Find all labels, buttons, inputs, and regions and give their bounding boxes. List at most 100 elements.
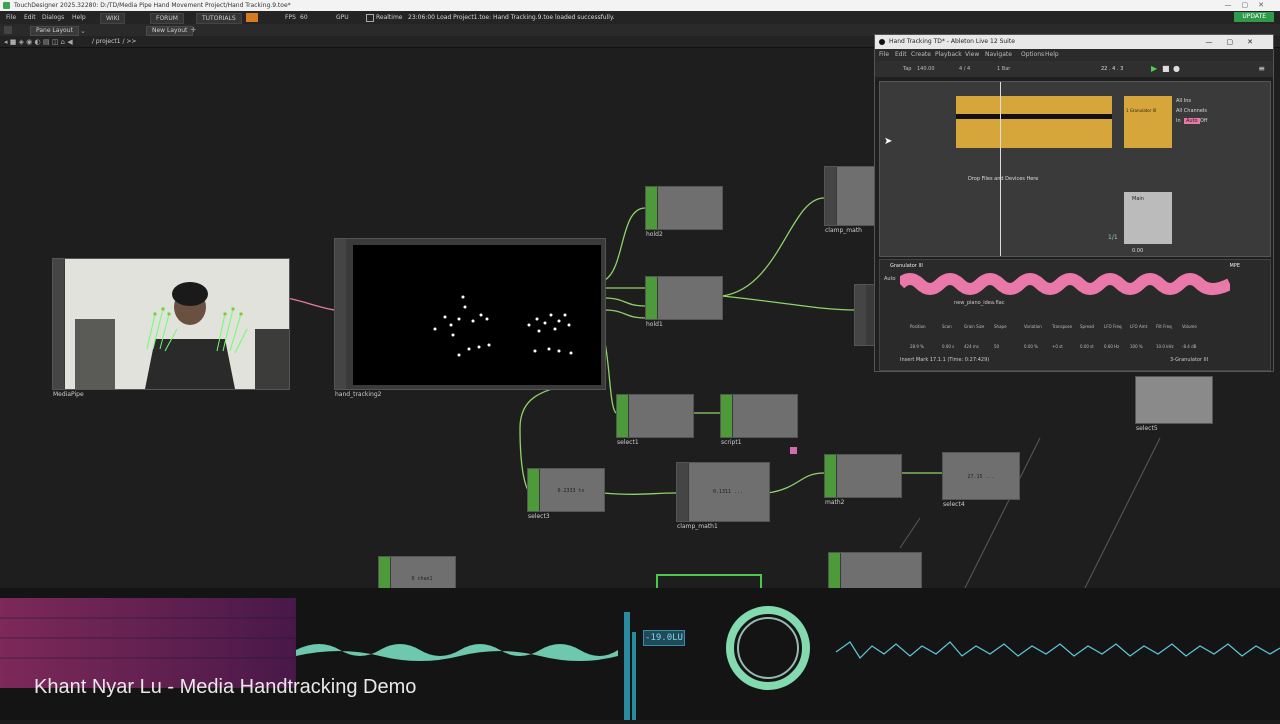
- menu-icon[interactable]: ≡: [1258, 61, 1265, 77]
- loudness-meter-label: -19.0LU: [643, 630, 685, 646]
- fps-value: 60: [300, 14, 308, 21]
- mediapipe-node[interactable]: MediaPipe: [52, 258, 290, 398]
- pane-layout-button[interactable]: Pane Layout: [30, 26, 79, 36]
- auto-button[interactable]: Auto: [884, 276, 896, 282]
- input-type[interactable]: All Ins: [1176, 98, 1191, 104]
- status-message: 23:06:00 Load Project1.toe: Hand Trackin…: [408, 14, 615, 21]
- ableton-window-controls[interactable]: —▢✕: [1206, 35, 1267, 49]
- ab-menu-options[interactable]: Options: [1021, 49, 1044, 61]
- input-channel[interactable]: All Channels: [1176, 108, 1207, 114]
- ab-menu-file[interactable]: File: [879, 49, 889, 61]
- hand-tracking-node[interactable]: hand_tracking2: [334, 238, 606, 398]
- toolbar-icons[interactable]: ◂ ■ ◈ ◉ ◐ ▤ ◫ ⌂ ◀: [4, 37, 73, 48]
- window-controls[interactable]: —▢✕: [1225, 0, 1274, 11]
- bpm-field[interactable]: 140.00: [917, 61, 935, 77]
- quantize-select[interactable]: 1 Bar: [997, 61, 1010, 77]
- knob-label: Filt Freq: [1156, 324, 1172, 329]
- device-view[interactable]: Granulator III MPE Auto new_piano_idea.f…: [879, 259, 1271, 371]
- node-label: script1: [721, 439, 742, 446]
- menu-edit[interactable]: Edit: [24, 11, 36, 24]
- chan1-node[interactable]: 0 chan1: [378, 556, 456, 590]
- song-position[interactable]: 22 . 4 . 3: [1101, 61, 1123, 77]
- clip-waveform: [956, 114, 1112, 119]
- ab-menu-navigate[interactable]: Navigate: [985, 49, 1012, 61]
- ab-menu-view[interactable]: View: [965, 49, 979, 61]
- network-path[interactable]: / project1 / >>: [92, 36, 136, 47]
- ab-menu-playback[interactable]: Playback: [935, 49, 962, 61]
- track-header-granulator[interactable]: 1 Granulator III: [1124, 96, 1172, 148]
- track-header-main[interactable]: Main: [1124, 192, 1172, 244]
- realtime-checkbox[interactable]: [366, 14, 374, 22]
- track-name: Main: [1132, 196, 1144, 202]
- sample-name: new_piano_idea.flac: [954, 300, 1005, 306]
- knob-value: 10.0 kHz: [1156, 344, 1174, 349]
- stop-icon[interactable]: ■: [1162, 61, 1170, 77]
- landmarks-preview: [353, 245, 601, 385]
- monitor-in[interactable]: In: [1176, 118, 1181, 124]
- monitor-off[interactable]: Off: [1200, 118, 1207, 124]
- node-label: select4: [943, 501, 965, 508]
- clamp-partial-node[interactable]: [854, 284, 876, 346]
- select4-node[interactable]: 27.15 ... select4: [942, 452, 1020, 508]
- math2-node[interactable]: math2: [824, 454, 902, 506]
- knob-label: Volume: [1182, 324, 1197, 329]
- time-signature[interactable]: 4 / 4: [959, 61, 970, 77]
- update-button[interactable]: UPDATE: [1234, 12, 1274, 22]
- add-layout-icon[interactable]: +: [190, 24, 197, 36]
- tutorials-badge: [246, 13, 258, 22]
- knob-label: LFO Freq: [1104, 324, 1122, 329]
- monitor-auto[interactable]: Auto: [1184, 118, 1200, 124]
- bottom-node[interactable]: [828, 552, 922, 590]
- knob-value: 28.9 %: [910, 344, 924, 349]
- hold1-node[interactable]: hold1: [645, 276, 723, 328]
- wiki-button[interactable]: WIKI: [100, 13, 126, 24]
- knob-row: Position Scan Grain Size Shape Variation…: [884, 324, 1264, 354]
- knob-label: Position: [910, 324, 926, 329]
- script1-node[interactable]: script1: [720, 394, 798, 446]
- knob-label: Shape: [994, 324, 1007, 329]
- play-icon[interactable]: ▶: [1151, 61, 1157, 77]
- tutorials-button[interactable]: TUTORIALS: [196, 13, 242, 24]
- knob-value: -8.4 dB: [1182, 344, 1197, 349]
- arrangement-view[interactable]: Drop Files and Devices Here 1 Granulator…: [879, 81, 1271, 257]
- menu-file[interactable]: File: [6, 11, 16, 24]
- window-title: TouchDesigner 2025.32280: D:/TD/Media Pi…: [14, 2, 291, 9]
- hold2-node[interactable]: hold2: [645, 186, 723, 238]
- new-layout-button[interactable]: New Layout: [146, 26, 194, 36]
- menu-help[interactable]: Help: [72, 11, 86, 24]
- forum-button[interactable]: FORUM: [150, 13, 184, 24]
- node-label: select1: [617, 439, 639, 446]
- select5-node[interactable]: select5: [1135, 376, 1213, 432]
- menu-dialogs[interactable]: Dialogs: [42, 11, 64, 24]
- camera-preview: [65, 259, 289, 389]
- tap-button[interactable]: Tap: [903, 61, 911, 77]
- visualizer-overlay: [0, 588, 1280, 720]
- grid-icon[interactable]: [4, 26, 12, 34]
- knob-label: Scan: [942, 324, 952, 329]
- ab-menu-create[interactable]: Create: [911, 49, 931, 61]
- ableton-titlebar: Hand Tracking TD* - Ableton Live 12 Suit…: [875, 35, 1273, 49]
- ableton-menu-bar: File Edit Create Playback View Navigate …: [875, 49, 1273, 61]
- ableton-window[interactable]: Hand Tracking TD* - Ableton Live 12 Suit…: [874, 34, 1274, 372]
- fps-label: FPS: [285, 14, 296, 21]
- audio-clip[interactable]: [956, 96, 1112, 148]
- node-value: 27.15 ...: [967, 473, 995, 480]
- mpe-toggle[interactable]: MPE: [1230, 263, 1241, 269]
- knob-value: 100 %: [1130, 344, 1143, 349]
- ab-menu-help[interactable]: Help: [1045, 49, 1059, 61]
- select1-node[interactable]: select1: [616, 394, 694, 446]
- tempo-nudge: 0.00: [1132, 248, 1144, 254]
- node-value: 0.2333 tx: [557, 487, 585, 494]
- device-title: Granulator III: [890, 263, 923, 269]
- node-value: 0.1311 ...: [712, 489, 744, 496]
- ableton-logo-icon: [879, 39, 885, 45]
- playhead: [1000, 82, 1001, 256]
- record-icon[interactable]: ●: [1173, 61, 1180, 77]
- clamp-math-node[interactable]: clamp_math: [824, 166, 876, 234]
- window-titlebar: TouchDesigner 2025.32280: D:/TD/Media Pi…: [0, 0, 1280, 11]
- ableton-transport: Tap 140.00 4 / 4 1 Bar 22 . 4 . 3 ▶ ■ ● …: [875, 61, 1273, 77]
- clamp-math1-node[interactable]: 0.1311 ... clamp_math1: [676, 462, 770, 530]
- knob-value: +0 st: [1052, 344, 1063, 349]
- ab-menu-edit[interactable]: Edit: [895, 49, 907, 61]
- select3-node[interactable]: 0.2333 tx select3: [527, 468, 605, 520]
